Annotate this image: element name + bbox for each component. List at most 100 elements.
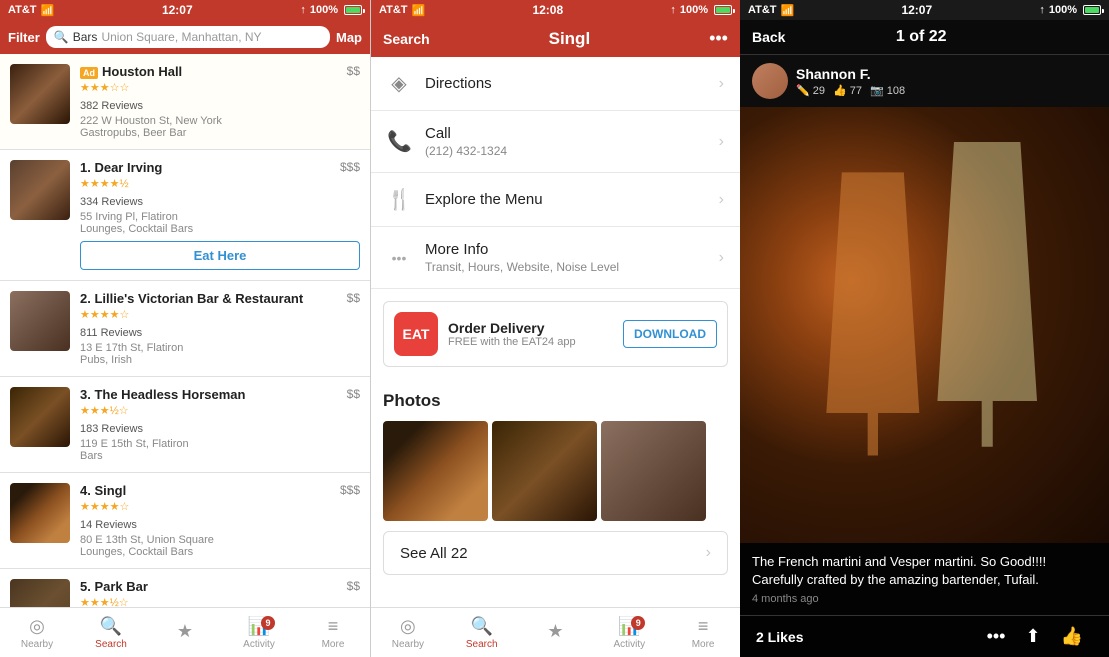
more-info-row[interactable]: ••• More Info Transit, Hours, Website, N… — [371, 227, 740, 289]
battery-text-3: 100% — [1049, 4, 1077, 16]
item-category: Pubs, Irish — [80, 354, 360, 366]
eat24-banner: EAT Order Delivery FREE with the EAT24 a… — [383, 301, 728, 367]
search-input-wrapper[interactable]: 🔍 Bars Union Square, Manhattan, NY — [46, 26, 330, 48]
pv-user-info: Shannon F. ✏️ 29 👍 77 📷 108 — [796, 66, 905, 97]
list-item[interactable]: 3. The Headless Horseman $$ ★★★½☆ 183 Re… — [0, 377, 370, 473]
arrow-icon-3: ↑ — [1039, 4, 1045, 16]
status-bar-3: AT&T 📶 12:07 ↑ 100% — [740, 0, 1109, 20]
pv-username: Shannon F. — [796, 66, 905, 82]
item-thumbnail — [10, 64, 70, 124]
more-info-chevron: › — [719, 249, 724, 267]
time-1: 12:07 — [162, 3, 193, 17]
activity-badge-2: 9 — [631, 616, 645, 630]
see-all-row[interactable]: See All 22 › — [383, 531, 728, 575]
carrier-3: AT&T — [748, 4, 777, 16]
tab-more-1[interactable]: ≡ More — [296, 612, 370, 654]
photo-thumb-1[interactable] — [383, 421, 488, 521]
more-options-button[interactable]: ••• — [709, 28, 728, 49]
wifi-icon-1: 📶 — [41, 4, 55, 17]
tab-search-1[interactable]: 🔍 Search — [74, 612, 148, 654]
pv-stat3: 📷 108 — [870, 84, 905, 97]
status-bar-1: AT&T 📶 12:07 ↑ 100% — [0, 0, 370, 20]
arrow-icon-2: ↑ — [670, 4, 676, 16]
list-item[interactable]: 4. Singl $$$ ★★★★☆ 14 Reviews 80 E 13th … — [0, 473, 370, 569]
explore-menu-row[interactable]: 🍴 Explore the Menu › — [371, 173, 740, 227]
wifi-icon-3: 📶 — [781, 4, 795, 17]
item-top: AdHouston Hall $$ — [80, 64, 360, 79]
star-tab-icon-1: ★ — [177, 621, 193, 642]
list-item[interactable]: 1. Dear Irving $$$ ★★★★½ 334 Reviews 55 … — [0, 150, 370, 281]
photo-thumb-3[interactable] — [601, 421, 706, 521]
item-category: Lounges, Cocktail Bars — [80, 223, 360, 235]
pv-more-button[interactable]: ••• — [977, 626, 1016, 647]
back-search-button[interactable]: Search — [383, 31, 430, 47]
search-bar: Filter 🔍 Bars Union Square, Manhattan, N… — [0, 20, 370, 54]
battery-icon-1 — [344, 5, 362, 15]
activity-badge-1: 9 — [261, 616, 275, 630]
download-button[interactable]: DOWNLOAD — [623, 320, 717, 348]
pv-user-bar: Shannon F. ✏️ 29 👍 77 📷 108 — [740, 55, 1109, 107]
list-item[interactable]: 2. Lillie's Victorian Bar & Restaurant $… — [0, 281, 370, 377]
pv-back-button[interactable]: Back — [752, 29, 785, 45]
tab-search-2[interactable]: 🔍 Search — [445, 612, 519, 654]
tab-nearby-1[interactable]: ◎ Nearby — [0, 612, 74, 654]
more-info-subtitle: Transit, Hours, Website, Noise Level — [425, 260, 705, 274]
martini-right — [932, 142, 1043, 447]
tab-star-1[interactable]: ★ — [148, 617, 222, 648]
eat24-logo: EAT — [394, 312, 438, 356]
pv-caption: The French martini and Vesper martini. S… — [752, 553, 1097, 589]
item-address: 13 E 17th St, Flatiron — [80, 342, 360, 354]
list-item[interactable]: 5. Park Bar $$ ★★★½☆ 143 Reviews 15 E 15… — [0, 569, 370, 607]
call-icon: 📞 — [387, 129, 411, 154]
menu-icon: 🍴 — [387, 187, 411, 212]
pv-actions: 2 Likes ••• ⬆ 👍 — [740, 615, 1109, 657]
detail-header: Search Singl ••• — [371, 20, 740, 57]
item-reviews: 811 Reviews — [80, 327, 142, 339]
item-top: 5. Park Bar $$ — [80, 579, 360, 594]
item-address: 119 E 15th St, Flatiron — [80, 438, 360, 450]
tab-more-2[interactable]: ≡ More — [666, 612, 740, 654]
item-price: $$$ — [340, 160, 360, 174]
tab-search-label-1: Search — [95, 639, 127, 650]
item-address: 55 Irving Pl, Flatiron — [80, 211, 360, 223]
search-list-panel: AT&T 📶 12:07 ↑ 100% Filter 🔍 Bars Union … — [0, 0, 370, 657]
tab-activity-2[interactable]: 9 📊 Activity — [592, 612, 666, 654]
item-price: $$ — [347, 64, 360, 78]
listings-container: AdHouston Hall $$ ★★★☆☆ 382 Reviews 222 … — [0, 54, 370, 607]
pv-stats: ✏️ 29 👍 77 📷 108 — [796, 84, 905, 97]
item-name: 3. The Headless Horseman — [80, 387, 245, 402]
status-left-1: AT&T 📶 — [8, 4, 54, 17]
tab-bar-1: ◎ Nearby 🔍 Search ★ 9 📊 Activity ≡ More — [0, 607, 370, 657]
directions-row[interactable]: ◈ Directions › — [371, 57, 740, 111]
map-button[interactable]: Map — [336, 30, 362, 45]
item-info: 4. Singl $$$ ★★★★☆ 14 Reviews 80 E 13th … — [80, 483, 360, 558]
pv-like-button[interactable]: 👍 — [1051, 626, 1093, 647]
item-reviews: 183 Reviews — [80, 423, 143, 435]
directions-title: Directions — [425, 75, 705, 92]
eat-here-button[interactable]: Eat Here — [80, 241, 360, 270]
time-3: 12:07 — [901, 3, 932, 17]
status-left-3: AT&T 📶 — [748, 4, 794, 17]
item-category: Bars — [80, 450, 360, 462]
photo-thumb-2[interactable] — [492, 421, 597, 521]
carrier-1: AT&T — [8, 4, 37, 16]
search-location: Union Square, Manhattan, NY — [101, 30, 261, 44]
photos-title: Photos — [383, 391, 728, 411]
tab-nearby-2[interactable]: ◎ Nearby — [371, 612, 445, 654]
tab-activity-1[interactable]: 9 📊 Activity — [222, 612, 296, 654]
tab-star-2[interactable]: ★ — [519, 617, 593, 648]
search-query: Bars — [73, 30, 98, 44]
call-row[interactable]: 📞 Call (212) 432-1324 › — [371, 111, 740, 173]
pv-share-button[interactable]: ⬆ — [1015, 626, 1050, 647]
item-reviews: 14 Reviews — [80, 519, 137, 531]
more-tab-icon-2: ≡ — [698, 616, 709, 637]
pv-main-photo[interactable] — [740, 107, 1109, 543]
item-info: 2. Lillie's Victorian Bar & Restaurant $… — [80, 291, 360, 366]
filter-button[interactable]: Filter — [8, 30, 40, 45]
tab-nearby-label-2: Nearby — [392, 639, 424, 650]
pv-stat1: ✏️ 29 — [796, 84, 825, 97]
tab-nearby-label-1: Nearby — [21, 639, 53, 650]
nearby-icon: ◎ — [29, 616, 45, 637]
list-item[interactable]: AdHouston Hall $$ ★★★☆☆ 382 Reviews 222 … — [0, 54, 370, 150]
tab-more-label-1: More — [322, 639, 345, 650]
